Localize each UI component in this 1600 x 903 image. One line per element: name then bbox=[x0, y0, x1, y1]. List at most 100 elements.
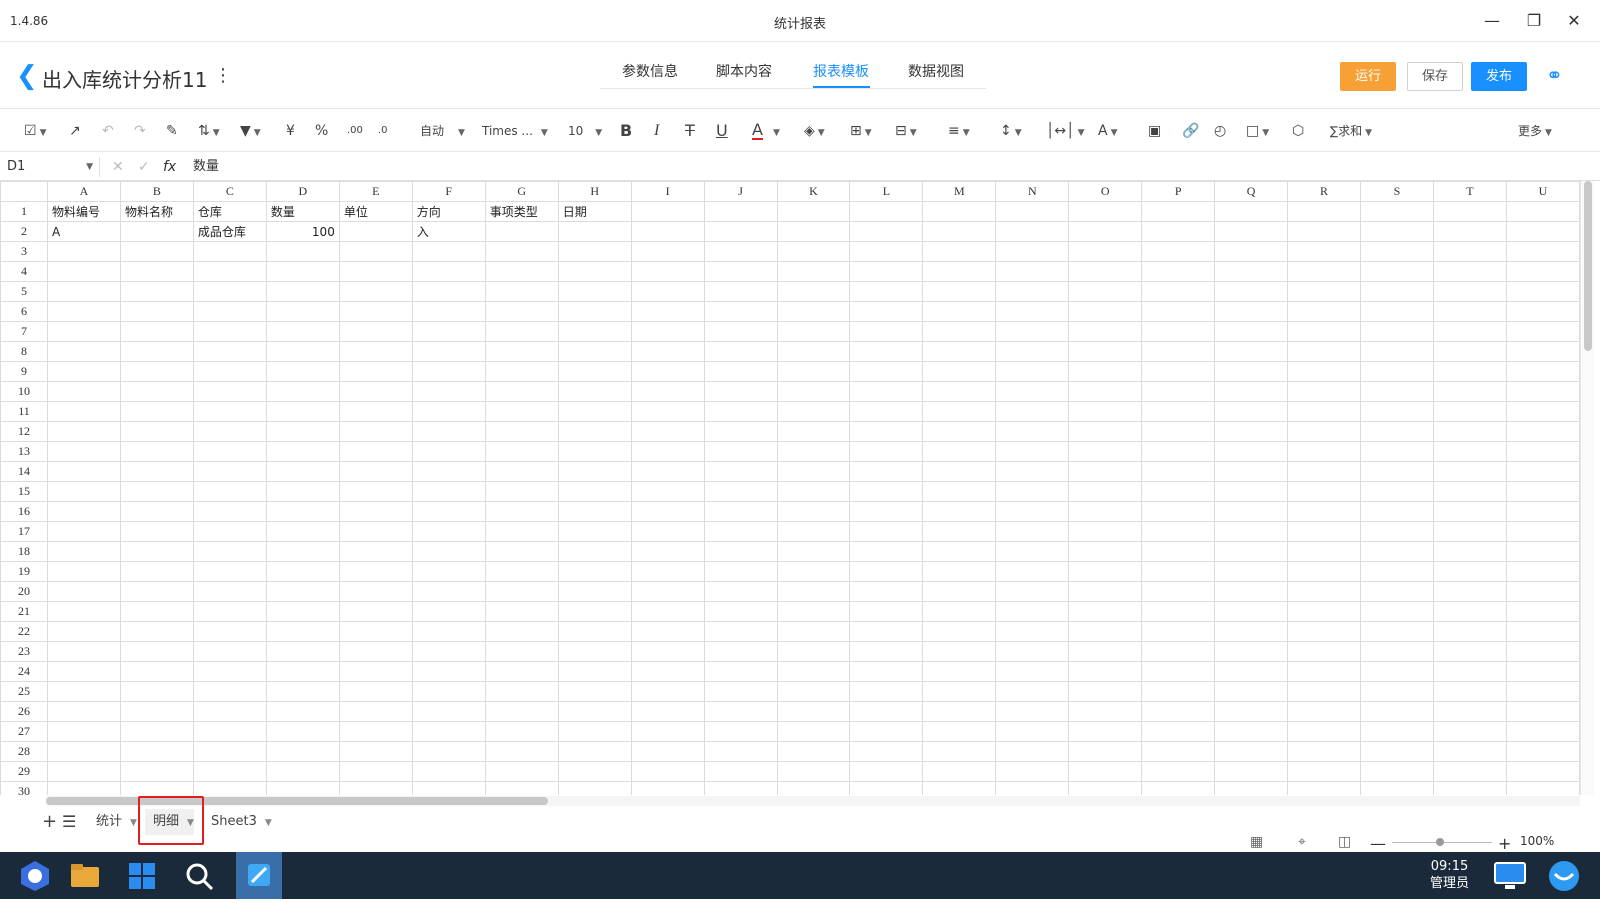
cell[interactable] bbox=[776, 741, 851, 762]
cell[interactable] bbox=[557, 301, 632, 322]
cell[interactable] bbox=[1287, 381, 1362, 402]
cell[interactable] bbox=[119, 361, 194, 382]
cell[interactable] bbox=[776, 521, 851, 542]
cell[interactable] bbox=[703, 501, 778, 522]
cell[interactable] bbox=[192, 441, 267, 462]
cell[interactable] bbox=[338, 561, 413, 582]
cell[interactable] bbox=[703, 241, 778, 262]
cell[interactable] bbox=[484, 741, 559, 762]
cell[interactable] bbox=[411, 661, 486, 682]
cell[interactable] bbox=[1141, 441, 1216, 462]
cell[interactable] bbox=[1287, 701, 1362, 722]
cell[interactable] bbox=[1068, 401, 1143, 422]
cell[interactable] bbox=[484, 541, 559, 562]
cell[interactable] bbox=[922, 461, 997, 482]
cell[interactable] bbox=[119, 461, 194, 482]
cell[interactable] bbox=[1214, 521, 1289, 542]
cell[interactable] bbox=[1432, 381, 1507, 402]
cell[interactable] bbox=[1287, 421, 1362, 442]
column-header[interactable]: F bbox=[411, 181, 486, 202]
cell[interactable] bbox=[849, 401, 924, 422]
cell[interactable] bbox=[265, 701, 340, 722]
cell[interactable] bbox=[119, 281, 194, 302]
cell[interactable] bbox=[338, 741, 413, 762]
cell[interactable] bbox=[1214, 721, 1289, 742]
cell[interactable] bbox=[1287, 241, 1362, 262]
page-layout-icon[interactable]: ◫ bbox=[1338, 834, 1351, 850]
cell[interactable] bbox=[995, 401, 1070, 422]
cell[interactable] bbox=[1360, 781, 1434, 795]
cell[interactable] bbox=[1287, 301, 1362, 322]
cell[interactable] bbox=[1432, 421, 1507, 442]
cell[interactable] bbox=[46, 441, 121, 462]
decimal-decrease-icon[interactable]: .0 bbox=[378, 121, 388, 141]
cell[interactable] bbox=[557, 221, 632, 242]
cell[interactable] bbox=[46, 361, 121, 382]
cell[interactable] bbox=[1505, 561, 1580, 582]
cell[interactable] bbox=[411, 421, 486, 442]
cell[interactable] bbox=[1068, 201, 1143, 222]
cell[interactable] bbox=[1505, 281, 1580, 302]
cell[interactable] bbox=[1214, 461, 1289, 482]
cell[interactable] bbox=[1214, 441, 1289, 462]
cell[interactable] bbox=[192, 381, 267, 402]
cell[interactable] bbox=[484, 381, 559, 402]
cell[interactable] bbox=[995, 381, 1070, 402]
notification-icon[interactable] bbox=[1546, 858, 1582, 894]
cell[interactable] bbox=[338, 341, 413, 362]
cell[interactable] bbox=[1505, 621, 1580, 642]
cell[interactable] bbox=[1068, 601, 1143, 622]
align-left-icon[interactable]: ≡ ▼ bbox=[948, 121, 970, 141]
cell[interactable] bbox=[630, 681, 705, 702]
cell[interactable] bbox=[192, 521, 267, 542]
cell[interactable] bbox=[922, 601, 997, 622]
cell[interactable] bbox=[703, 261, 778, 282]
cell[interactable] bbox=[411, 641, 486, 662]
row-header[interactable]: 16 bbox=[0, 501, 48, 522]
cell[interactable] bbox=[776, 681, 851, 702]
cell[interactable] bbox=[630, 601, 705, 622]
cell[interactable] bbox=[1141, 521, 1216, 542]
cell[interactable] bbox=[1360, 681, 1434, 702]
cell[interactable] bbox=[703, 561, 778, 582]
border-icon[interactable]: ⊞ ▼ bbox=[850, 121, 872, 141]
cell[interactable]: 100 bbox=[265, 221, 340, 242]
cell[interactable] bbox=[46, 561, 121, 582]
cell[interactable] bbox=[849, 201, 924, 222]
cell[interactable] bbox=[411, 621, 486, 642]
column-header[interactable]: P bbox=[1141, 181, 1216, 202]
cell[interactable] bbox=[1360, 501, 1434, 522]
cell[interactable] bbox=[922, 721, 997, 742]
cell[interactable] bbox=[630, 201, 705, 222]
cell[interactable] bbox=[265, 781, 340, 795]
underline-button[interactable]: U bbox=[716, 121, 728, 141]
cell[interactable] bbox=[1214, 501, 1289, 522]
cell[interactable] bbox=[703, 461, 778, 482]
cell[interactable] bbox=[119, 561, 194, 582]
cell[interactable] bbox=[192, 741, 267, 762]
cell[interactable] bbox=[1068, 581, 1143, 602]
cell[interactable] bbox=[922, 521, 997, 542]
cell[interactable] bbox=[484, 221, 559, 242]
cell[interactable] bbox=[46, 501, 121, 522]
cell[interactable] bbox=[411, 461, 486, 482]
cell[interactable] bbox=[1505, 381, 1580, 402]
cell[interactable] bbox=[192, 721, 267, 742]
cell[interactable] bbox=[703, 581, 778, 602]
cell[interactable] bbox=[1432, 561, 1507, 582]
column-header[interactable]: D bbox=[265, 181, 340, 202]
cell[interactable] bbox=[1287, 201, 1362, 222]
cell[interactable] bbox=[265, 761, 340, 782]
cell[interactable] bbox=[922, 301, 997, 322]
cell[interactable] bbox=[630, 721, 705, 742]
cell[interactable] bbox=[1432, 641, 1507, 662]
cell[interactable] bbox=[1360, 361, 1434, 382]
cell[interactable] bbox=[849, 341, 924, 362]
cell[interactable] bbox=[630, 401, 705, 422]
cell[interactable] bbox=[1068, 341, 1143, 362]
cell[interactable] bbox=[1432, 361, 1507, 382]
cell[interactable] bbox=[46, 281, 121, 302]
cell[interactable] bbox=[1141, 761, 1216, 782]
cell[interactable] bbox=[995, 541, 1070, 562]
cell[interactable] bbox=[192, 261, 267, 282]
